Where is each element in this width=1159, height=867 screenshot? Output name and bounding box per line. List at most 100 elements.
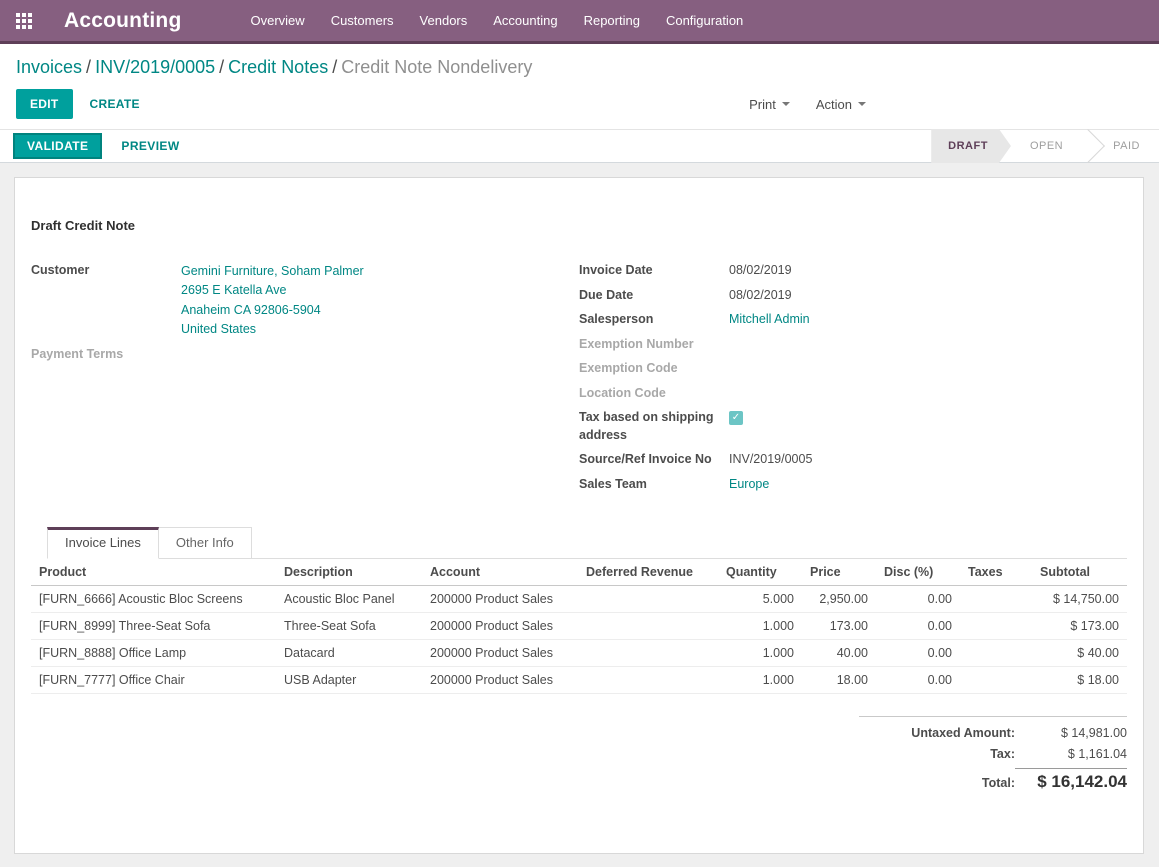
control-panel: Invoices/INV/2019/0005/Credit Notes/Cred…: [0, 44, 1159, 129]
breadcrumb-separator: /: [82, 57, 95, 77]
col-header-product[interactable]: Product: [31, 559, 276, 586]
cell-description[interactable]: Acoustic Bloc Panel: [276, 586, 422, 613]
cell-taxes[interactable]: [960, 586, 1032, 613]
cell-description[interactable]: Datacard: [276, 640, 422, 667]
cell-subtotal[interactable]: $ 173.00: [1032, 613, 1127, 640]
cell-account[interactable]: 200000 Product Sales: [422, 586, 578, 613]
salesperson-value[interactable]: Mitchell Admin: [729, 312, 810, 326]
table-row[interactable]: [FURN_8999] Three-Seat Sofa Three-Seat S…: [31, 613, 1127, 640]
col-header-account[interactable]: Account: [422, 559, 578, 586]
customer-street-link[interactable]: 2695 E Katella Ave: [181, 283, 286, 297]
status-row: VALIDATE PREVIEW DRAFT OPEN PAID: [0, 129, 1159, 163]
nav-item-overview[interactable]: Overview: [238, 0, 318, 41]
table-row[interactable]: [FURN_8888] Office Lamp Datacard 200000 …: [31, 640, 1127, 667]
col-header-description[interactable]: Description: [276, 559, 422, 586]
cell-disc[interactable]: 0.00: [876, 613, 960, 640]
cell-description[interactable]: Three-Seat Sofa: [276, 613, 422, 640]
col-header-disc[interactable]: Disc (%): [876, 559, 960, 586]
col-header-deferred-revenue[interactable]: Deferred Revenue: [578, 559, 718, 586]
cell-deferred-revenue[interactable]: [578, 667, 718, 694]
cell-deferred-revenue[interactable]: [578, 586, 718, 613]
nav-item-customers[interactable]: Customers: [318, 0, 407, 41]
col-header-taxes[interactable]: Taxes: [960, 559, 1032, 586]
credit-note-sheet: Draft Credit Note Customer Gemini Furnit…: [14, 177, 1144, 854]
breadcrumb-credit-notes[interactable]: Credit Notes: [228, 57, 328, 77]
cell-quantity[interactable]: 1.000: [718, 667, 802, 694]
cell-quantity[interactable]: 1.000: [718, 640, 802, 667]
breadcrumb-current: Credit Note Nondelivery: [341, 57, 532, 77]
cell-disc[interactable]: 0.00: [876, 586, 960, 613]
due-date-value[interactable]: 08/02/2019: [729, 287, 792, 305]
cell-price[interactable]: 40.00: [802, 640, 876, 667]
create-button[interactable]: CREATE: [90, 97, 140, 111]
tab-other-info[interactable]: Other Info: [159, 527, 252, 558]
dropdown-group: Print Action: [723, 97, 866, 112]
preview-button[interactable]: PREVIEW: [121, 139, 179, 153]
cell-deferred-revenue[interactable]: [578, 613, 718, 640]
caret-down-icon: [858, 102, 866, 106]
cell-account[interactable]: 200000 Product Sales: [422, 667, 578, 694]
cell-description[interactable]: USB Adapter: [276, 667, 422, 694]
col-header-quantity[interactable]: Quantity: [718, 559, 802, 586]
cell-subtotal[interactable]: $ 14,750.00: [1032, 586, 1127, 613]
customer-country-link[interactable]: United States: [181, 322, 256, 336]
invoice-lines-table: Product Description Account Deferred Rev…: [31, 559, 1127, 694]
cell-quantity[interactable]: 1.000: [718, 613, 802, 640]
statusbar: DRAFT OPEN PAID: [931, 129, 1159, 163]
edit-button[interactable]: EDIT: [16, 89, 73, 119]
form-right-column: Invoice Date 08/02/2019 Due Date 08/02/2…: [579, 262, 1127, 500]
tax-shipping-address-checkbox[interactable]: [729, 411, 743, 425]
table-header-row: Product Description Account Deferred Rev…: [31, 559, 1127, 586]
table-row[interactable]: [FURN_6666] Acoustic Bloc Screens Acoust…: [31, 586, 1127, 613]
cell-price[interactable]: 173.00: [802, 613, 876, 640]
nav-item-reporting[interactable]: Reporting: [571, 0, 653, 41]
col-header-price[interactable]: Price: [802, 559, 876, 586]
cell-price[interactable]: 2,950.00: [802, 586, 876, 613]
cell-disc[interactable]: 0.00: [876, 667, 960, 694]
invoice-date-value[interactable]: 08/02/2019: [729, 262, 792, 280]
location-code-label: Location Code: [579, 385, 729, 403]
action-dropdown-button[interactable]: Action: [816, 97, 866, 112]
chevron-right-icon: [1071, 129, 1105, 163]
cell-product[interactable]: [FURN_8999] Three-Seat Sofa: [31, 613, 276, 640]
customer-city-link[interactable]: Anaheim CA 92806-5904: [181, 303, 321, 317]
cell-disc[interactable]: 0.00: [876, 640, 960, 667]
cell-subtotal[interactable]: $ 18.00: [1032, 667, 1127, 694]
cell-taxes[interactable]: [960, 613, 1032, 640]
invoice-date-label: Invoice Date: [579, 262, 729, 280]
cell-quantity[interactable]: 5.000: [718, 586, 802, 613]
col-header-subtotal[interactable]: Subtotal: [1032, 559, 1127, 586]
cell-account[interactable]: 200000 Product Sales: [422, 640, 578, 667]
sales-team-value[interactable]: Europe: [729, 477, 769, 491]
status-step-draft[interactable]: DRAFT: [931, 129, 1011, 163]
tax-value: $ 1,161.04: [1015, 747, 1127, 761]
nav-item-accounting[interactable]: Accounting: [480, 0, 570, 41]
nav-item-configuration[interactable]: Configuration: [653, 0, 756, 41]
tab-invoice-lines[interactable]: Invoice Lines: [47, 527, 159, 559]
app-title[interactable]: Accounting: [64, 9, 182, 33]
cell-product[interactable]: [FURN_6666] Acoustic Bloc Screens: [31, 586, 276, 613]
cell-subtotal[interactable]: $ 40.00: [1032, 640, 1127, 667]
cell-account[interactable]: 200000 Product Sales: [422, 613, 578, 640]
nav-item-vendors[interactable]: Vendors: [407, 0, 481, 41]
print-dropdown-button[interactable]: Print: [749, 97, 790, 112]
customer-name-link[interactable]: Gemini Furniture, Soham Palmer: [181, 264, 364, 278]
source-ref-invoice-label: Source/Ref Invoice No: [579, 451, 729, 469]
cell-taxes[interactable]: [960, 667, 1032, 694]
cell-deferred-revenue[interactable]: [578, 640, 718, 667]
salesperson-label: Salesperson: [579, 311, 729, 329]
exemption-number-label: Exemption Number: [579, 336, 729, 354]
apps-grid-icon[interactable]: [16, 13, 32, 29]
breadcrumb-invoices[interactable]: Invoices: [16, 57, 82, 77]
total-value: $ 16,142.04: [1015, 768, 1127, 792]
validate-button[interactable]: VALIDATE: [13, 133, 102, 159]
breadcrumb-invoice-number[interactable]: INV/2019/0005: [95, 57, 215, 77]
table-row[interactable]: [FURN_7777] Office Chair USB Adapter 200…: [31, 667, 1127, 694]
cell-product[interactable]: [FURN_7777] Office Chair: [31, 667, 276, 694]
cell-taxes[interactable]: [960, 640, 1032, 667]
breadcrumb-separator: /: [215, 57, 228, 77]
total-label: Total:: [982, 776, 1015, 790]
cell-price[interactable]: 18.00: [802, 667, 876, 694]
cell-product[interactable]: [FURN_8888] Office Lamp: [31, 640, 276, 667]
source-ref-invoice-value[interactable]: INV/2019/0005: [729, 451, 812, 469]
